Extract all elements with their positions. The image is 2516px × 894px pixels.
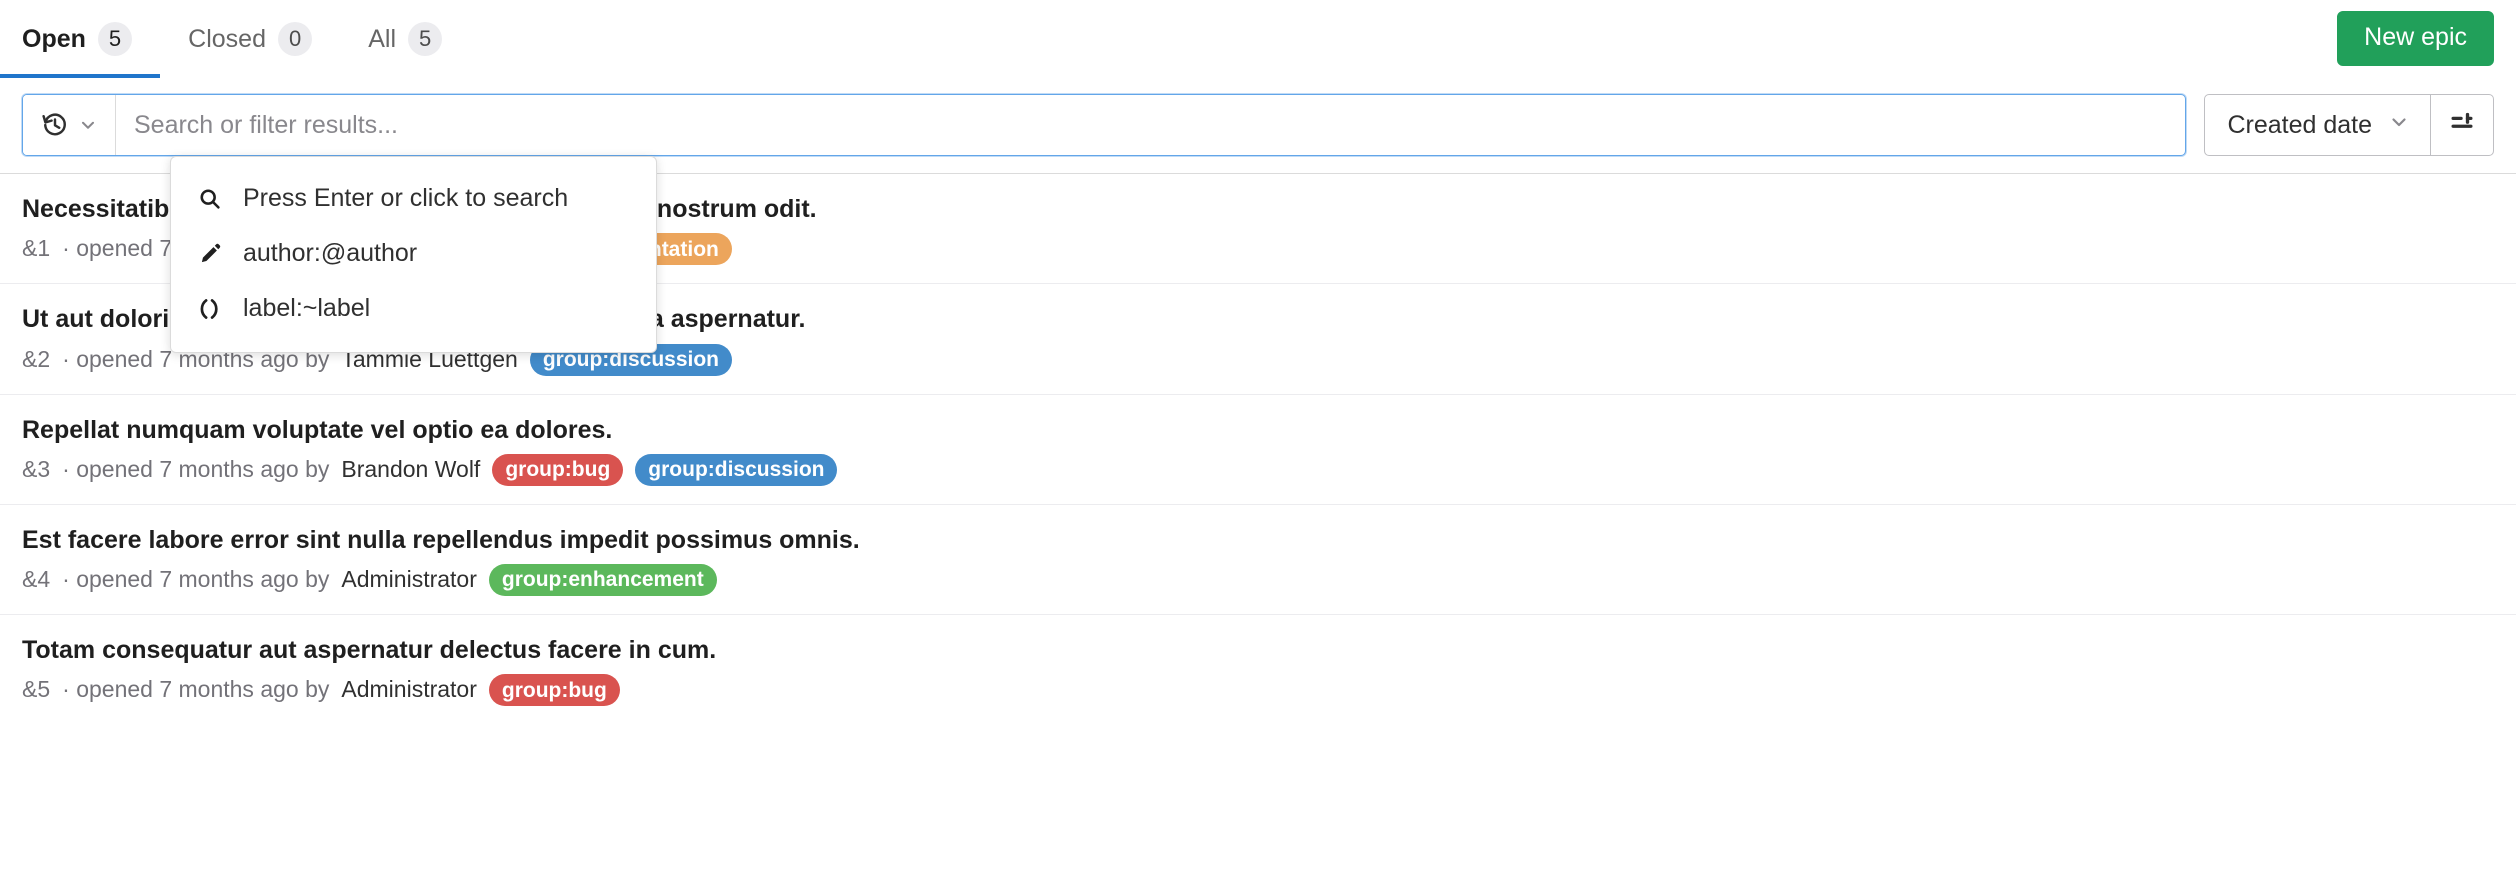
epic-reference: &3 [22, 455, 50, 485]
epic-title[interactable]: Est facere labore error sint nulla repel… [22, 525, 2494, 556]
suggestion-label: Press Enter or click to search [243, 184, 568, 213]
epic-list-item[interactable]: Totam consequatur aut aspernatur delectu… [0, 615, 2516, 724]
epic-label[interactable]: group:discussion [635, 454, 837, 486]
search-input[interactable] [116, 95, 2185, 155]
epic-author[interactable]: Administrator [341, 565, 476, 595]
epic-reference: &1 [22, 234, 50, 264]
epic-opened-text: · opened 7 months ago by [62, 455, 329, 485]
sort-field-label: Created date [2227, 111, 2372, 140]
state-tabs: Open 5 Closed 0 All 5 [0, 0, 470, 78]
suggestion-press-enter[interactable]: Press Enter or click to search [171, 171, 656, 226]
tab-closed-count: 0 [278, 22, 312, 56]
epic-label[interactable]: group:bug [492, 454, 623, 486]
search-suggestions-dropdown: Press Enter or click to search author:@a… [170, 156, 657, 353]
sort-controls: Created date [2204, 94, 2494, 156]
suggestion-label: author:@author [243, 239, 417, 268]
epic-meta: &4 · opened 7 months ago by Administrato… [22, 564, 2494, 596]
new-epic-button[interactable]: New epic [2337, 11, 2494, 66]
epic-title[interactable]: Repellat numquam voluptate vel optio ea … [22, 415, 2494, 446]
epic-reference: &5 [22, 675, 50, 705]
tab-closed[interactable]: Closed 0 [160, 0, 340, 78]
epic-label[interactable]: group:bug [489, 674, 620, 706]
suggestion-label: label:~label [243, 294, 370, 323]
epic-reference: &4 [22, 565, 50, 595]
chevron-down-icon [2388, 111, 2410, 140]
filter-toolbar: Created date [0, 78, 2516, 174]
epic-title[interactable]: Totam consequatur aut aspernatur delectu… [22, 635, 2494, 666]
pencil-icon [197, 242, 223, 266]
tab-open-count: 5 [98, 22, 132, 56]
labels-icon [197, 297, 223, 321]
tab-open[interactable]: Open 5 [0, 0, 160, 78]
epic-label[interactable]: group:enhancement [489, 564, 717, 596]
epic-list-item[interactable]: Repellat numquam voluptate vel optio ea … [0, 395, 2516, 505]
suggestion-author[interactable]: author:@author [171, 226, 656, 281]
epic-opened-text: · opened 7 months ago by [62, 565, 329, 595]
epic-meta: &5 · opened 7 months ago by Administrato… [22, 674, 2494, 706]
search-icon [197, 187, 223, 211]
epic-author[interactable]: Administrator [341, 675, 476, 705]
epic-reference: &2 [22, 345, 50, 375]
suggestion-label[interactable]: label:~label [171, 281, 656, 336]
chevron-down-icon [78, 115, 98, 135]
epic-opened-text: · opened 7 months ago by [62, 675, 329, 705]
sort-direction-button[interactable] [2431, 95, 2493, 155]
filtered-search-bar[interactable] [22, 94, 2186, 156]
tab-open-label: Open [22, 25, 86, 54]
sort-field-dropdown[interactable]: Created date [2205, 95, 2431, 155]
history-icon [42, 112, 68, 138]
epic-meta: &3 · opened 7 months ago by Brandon Wolf… [22, 454, 2494, 486]
epics-header: Open 5 Closed 0 All 5 New epic [0, 0, 2516, 78]
tab-all-count: 5 [408, 22, 442, 56]
recent-searches-button[interactable] [23, 95, 116, 155]
tab-all-label: All [368, 25, 396, 54]
tab-all[interactable]: All 5 [340, 0, 470, 78]
epic-author[interactable]: Brandon Wolf [341, 455, 480, 485]
tab-closed-label: Closed [188, 25, 266, 54]
sort-descending-icon [2448, 109, 2476, 142]
epic-list-item[interactable]: Est facere labore error sint nulla repel… [0, 505, 2516, 615]
